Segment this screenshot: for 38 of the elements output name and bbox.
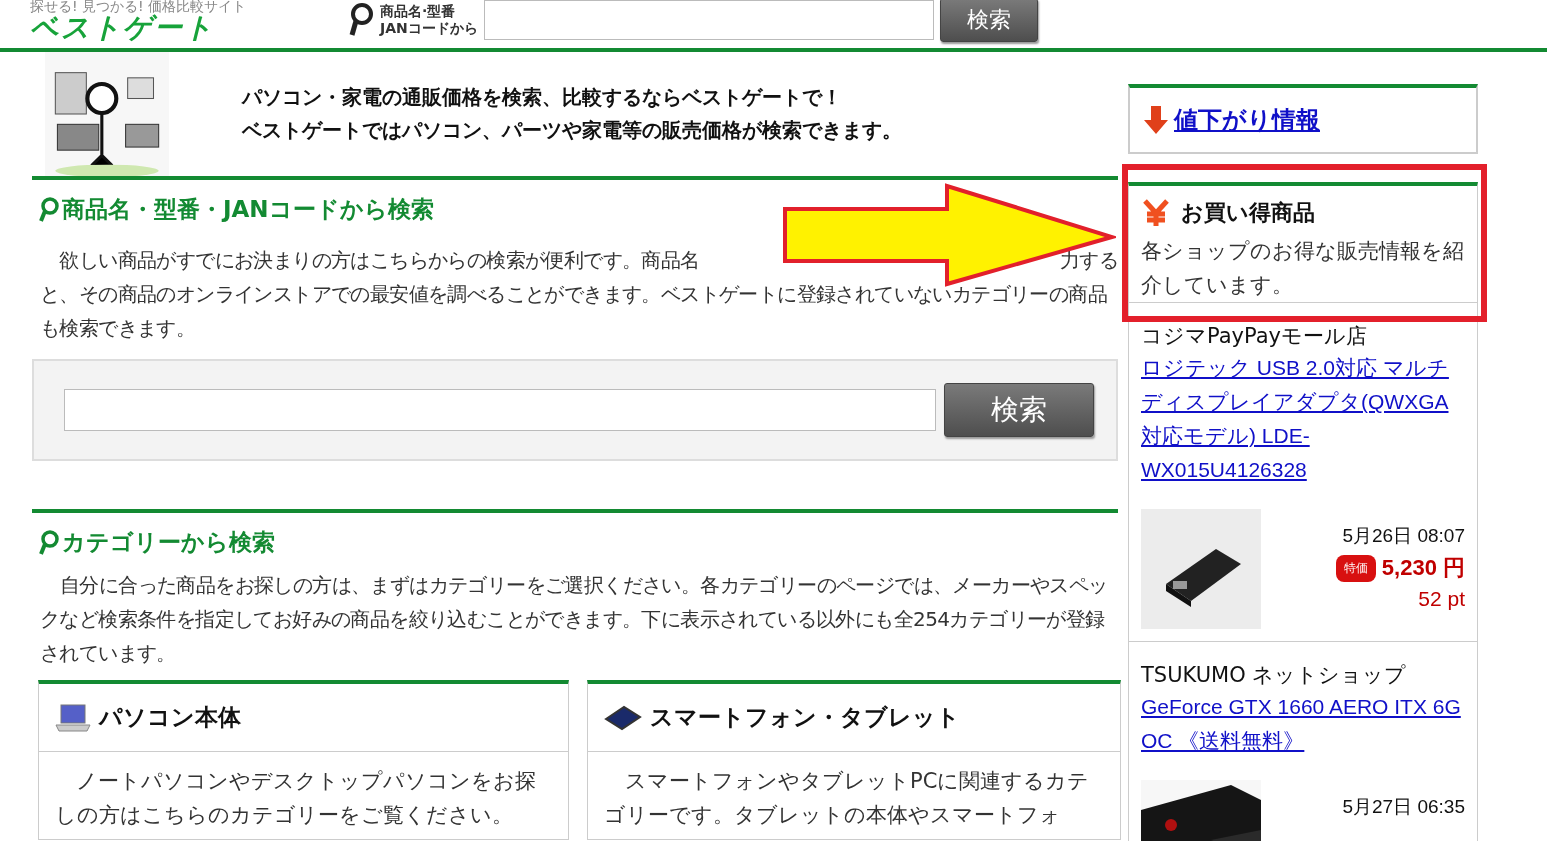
category-description: ノートパソコンやデスクトップパソコンをお探しの方はこちらのカテゴリーをご覧ください。 [55, 768, 537, 829]
deals-description: 各ショップのお得な販売情報を紹介しています。 [1141, 238, 1465, 299]
search-field[interactable] [64, 389, 936, 431]
deal-price: 5,230 円 [1381, 554, 1465, 582]
shop-name: コジマPayPayモール店 [1141, 323, 1369, 350]
down-arrow-icon [1142, 104, 1170, 136]
laptop-icon [55, 702, 91, 733]
section-description: 欲しい商品がすでにお決まりの方はこちらからの検索が便利です。商品名 [58, 247, 700, 274]
intro-text: パソコン・家電の通販価格を検索、比較するならベストゲートで！ [242, 84, 843, 111]
search-icon [348, 2, 374, 38]
deal-points: 52 pt [1418, 587, 1465, 611]
category-title[interactable]: パソコン本体 [99, 702, 241, 733]
section-title: カテゴリーから検索 [62, 528, 275, 557]
deal-date: 5月26日 08:07 [1342, 524, 1465, 548]
section-description: 自分に合った商品をお探しの方は、まずはカテゴリーをご選択ください。各カテゴリーのページでは、メーカーやスペックなど検索条件を指定してお好みの商品を絞り込むことができます。下に表示されている以外にも全254カテゴリーが登録されています。 [40, 572, 1109, 667]
search-button[interactable]: 検索 [944, 383, 1094, 437]
section-description: と、その商品のオンラインストアでの最安値を調べることができます。ベストゲートに登録されていないカテゴリーの商品も検索できます。 [40, 281, 1108, 342]
smartphone-icon [604, 704, 642, 731]
category-title[interactable]: スマートフォン・タブレット [650, 702, 960, 733]
site-tagline: 探せる! 見つかる! 価格比較サイト [30, 0, 248, 14]
deal-date: 5月27日 06:35 [1342, 795, 1465, 819]
product-link[interactable]: ロジテック USB 2.0対応 マルチディスプレイアダプタ(QWXGA対応モデル) LDE-WX015U4126328 [1141, 351, 1465, 487]
intro-text: ベストゲートではパソコン、パーツや家電等の販売価格が検索できます。 [242, 117, 902, 144]
category-description: スマートフォンやタブレットPCに関連するカテゴリーです。タブレットの本体やスマートフォ [604, 768, 1091, 829]
deals-title: お買い得商品 [1181, 199, 1315, 227]
shop-name: TSUKUMO ネットショップ [1141, 662, 1408, 689]
section-title: 商品名・型番・JANコードから検索 [62, 195, 434, 224]
sale-badge: 特価 [1337, 556, 1374, 580]
search-icon [38, 529, 60, 556]
product-link[interactable]: GeForce GTX 1660 AERO ITX 6G OC 《送料無料》 [1141, 690, 1465, 758]
section-description: 力する [1059, 247, 1118, 274]
search-label: JANコードから [380, 20, 478, 37]
search-field[interactable] [483, 0, 934, 40]
price-drop-link[interactable]: 値下がり情報 [1174, 104, 1320, 136]
search-button[interactable]: 検索 [939, 0, 1038, 42]
yen-icon [1141, 199, 1171, 227]
search-label: 商品名·型番 [380, 3, 457, 20]
search-icon [38, 196, 60, 223]
